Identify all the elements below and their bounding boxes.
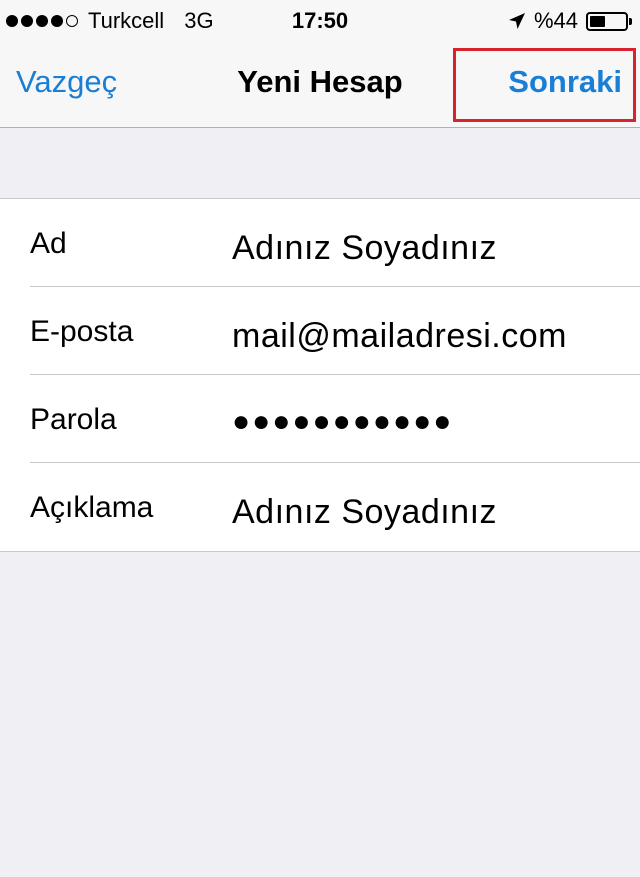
new-account-screen: Turkcell 3G 17:50 %44 Vazgeç Yeni Hesap …: [0, 0, 640, 877]
password-field[interactable]: ●●●●●●●●●●●: [232, 405, 453, 439]
account-form: Ad Adınız Soyadınız E-posta mail@mailadr…: [0, 198, 640, 552]
form-row-email[interactable]: E-posta mail@mailadresi.com: [0, 287, 640, 375]
description-label: Açıklama: [30, 491, 154, 524]
form-row-password[interactable]: Parola ●●●●●●●●●●●: [0, 375, 640, 463]
password-label: Parola: [30, 403, 117, 436]
status-bar: Turkcell 3G 17:50 %44: [0, 0, 640, 40]
form-row-name[interactable]: Ad Adınız Soyadınız: [0, 199, 640, 287]
location-arrow-icon: [508, 13, 525, 29]
battery-icon: [586, 11, 632, 31]
status-right: %44: [508, 8, 632, 34]
email-label: E-posta: [30, 315, 134, 348]
navigation-bar: Vazgeç Yeni Hesap Sonraki: [0, 40, 640, 128]
name-label: Ad: [30, 227, 67, 260]
description-field[interactable]: Adınız Soyadınız: [232, 493, 497, 532]
email-field[interactable]: mail@mailadresi.com: [232, 317, 567, 356]
battery-nub: [629, 17, 632, 25]
name-field[interactable]: Adınız Soyadınız: [232, 229, 497, 268]
form-row-description[interactable]: Açıklama Adınız Soyadınız: [0, 463, 640, 551]
battery-percentage: %44: [533, 8, 578, 33]
battery-fill: [590, 15, 605, 27]
next-button[interactable]: Sonraki: [508, 64, 622, 100]
